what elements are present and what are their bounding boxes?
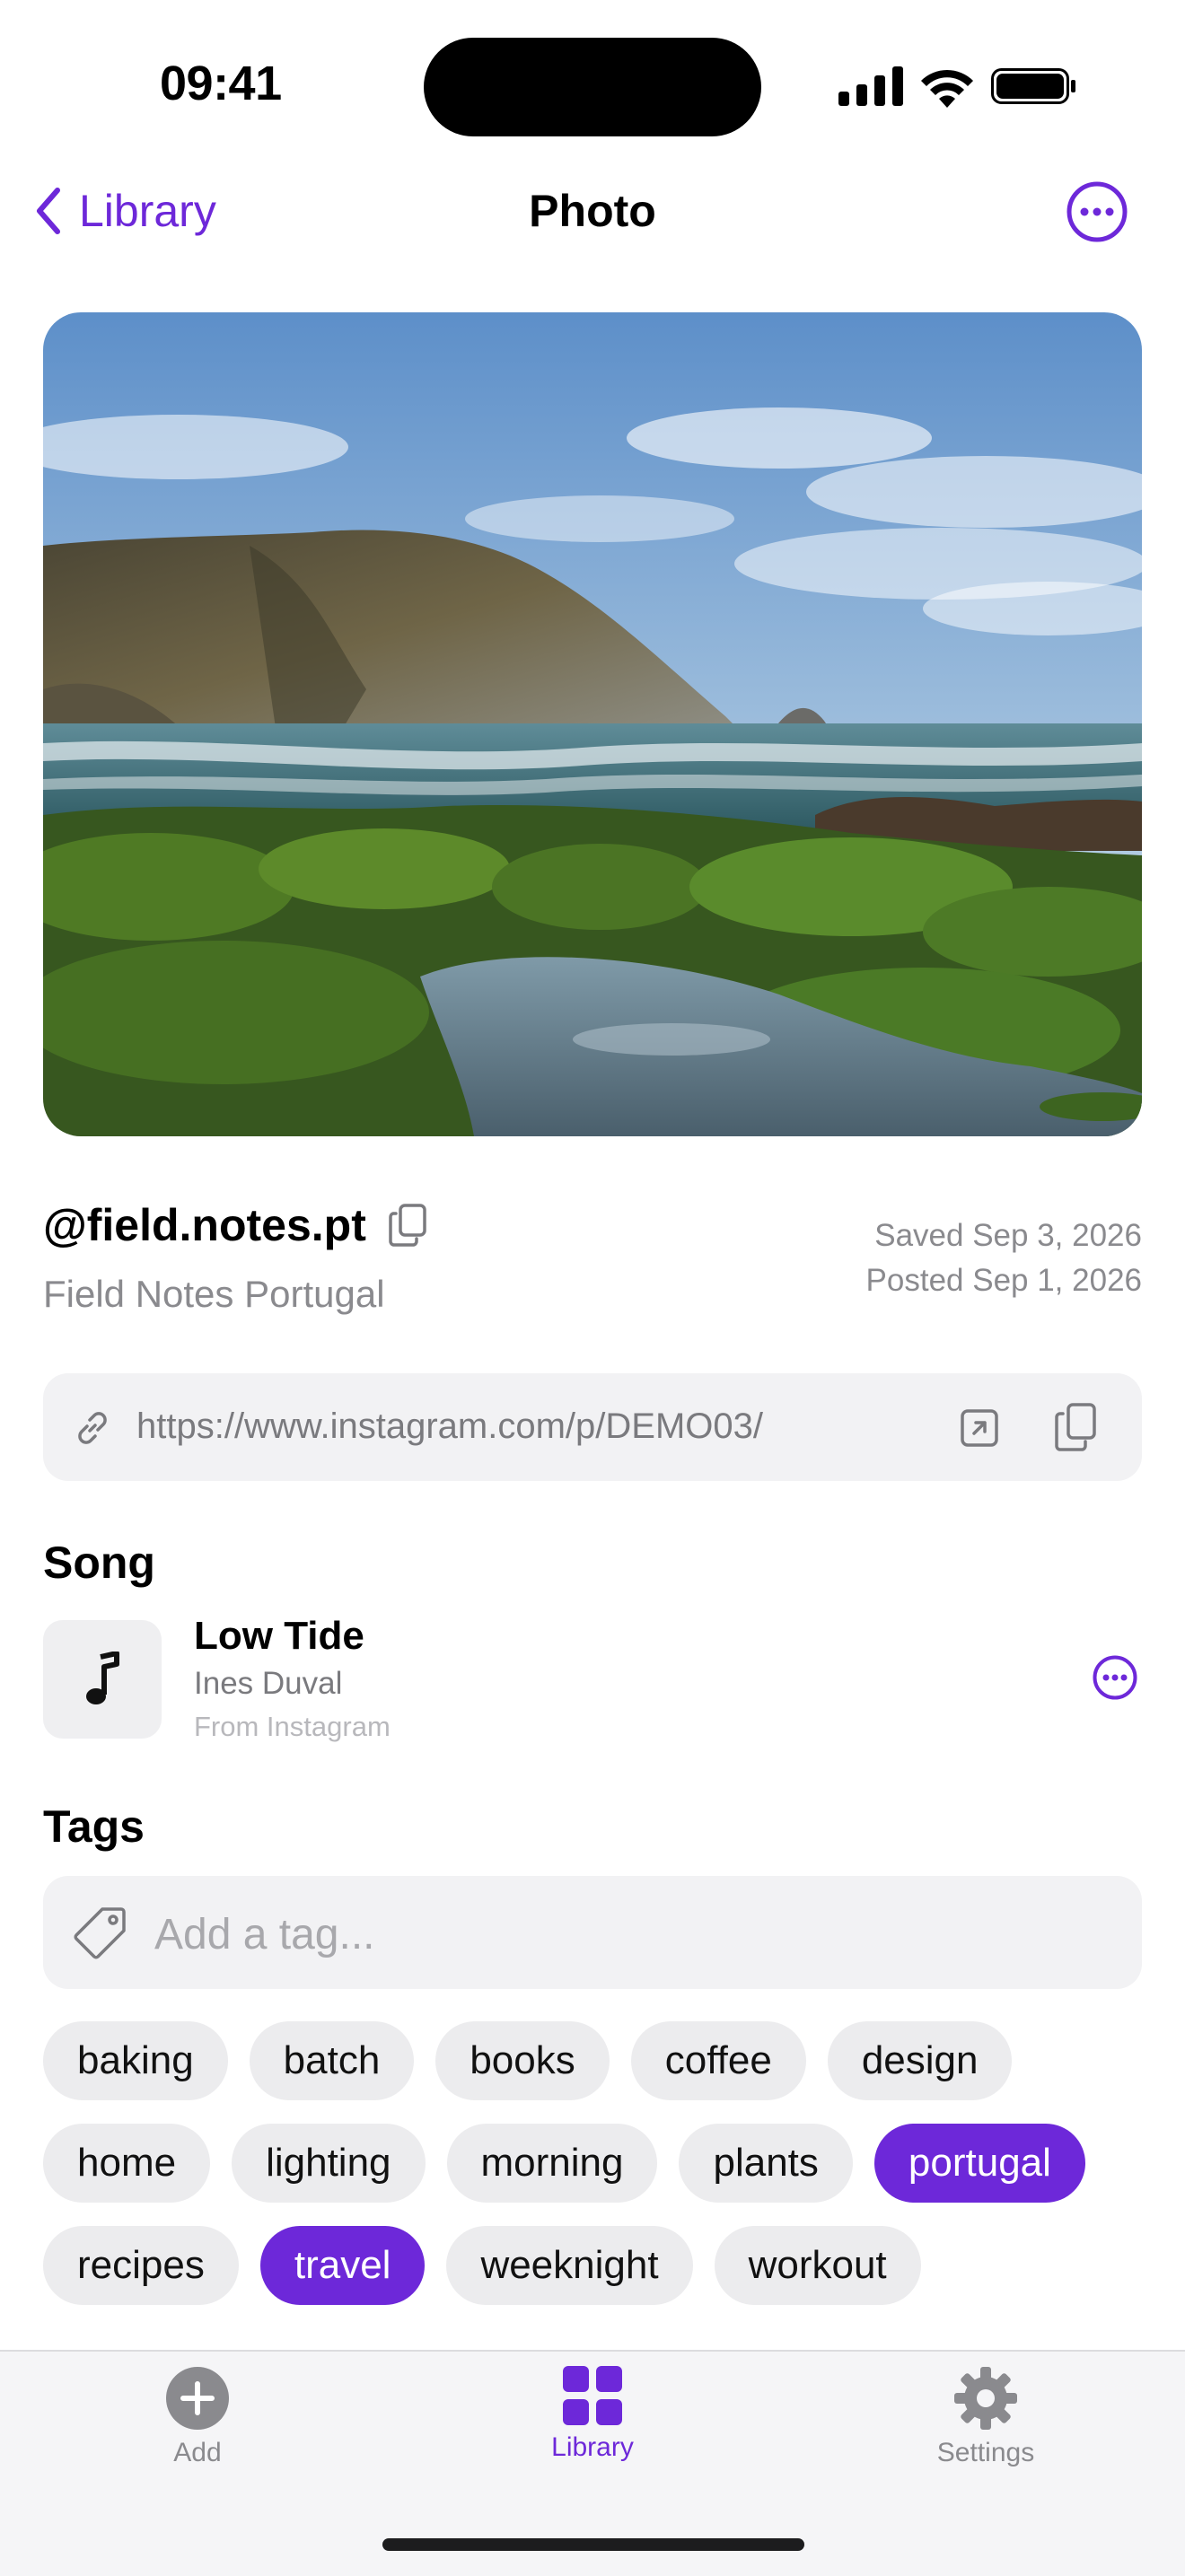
saved-date: Saved Sep 3, 2026 bbox=[874, 1218, 1142, 1253]
tab-add-label: Add bbox=[173, 2438, 222, 2467]
tag-chip[interactable]: morning bbox=[446, 2124, 658, 2203]
link-icon bbox=[78, 1412, 107, 1444]
cellular-signal-icon bbox=[838, 66, 903, 106]
wifi-icon bbox=[921, 69, 973, 108]
tags-section-title: Tags bbox=[43, 1801, 145, 1852]
song-artist: Ines Duval bbox=[194, 1666, 343, 1701]
post-url-text: https://www.instagram.com/p/DEMO03/ bbox=[136, 1406, 764, 1446]
song-artwork bbox=[43, 1620, 162, 1739]
tag-chip[interactable]: baking bbox=[43, 2021, 228, 2100]
post-photo[interactable] bbox=[43, 312, 1142, 1136]
add-tag-placeholder: Add a tag... bbox=[154, 1911, 375, 1958]
tag-icon bbox=[74, 1907, 126, 1959]
account-display-name: Field Notes Portugal bbox=[43, 1273, 385, 1315]
tag-chip-selected[interactable]: travel bbox=[259, 2226, 426, 2305]
gear-icon bbox=[954, 2367, 1017, 2430]
tag-chip[interactable]: design bbox=[827, 2021, 1013, 2100]
plus-circle-icon bbox=[166, 2367, 229, 2430]
tag-chip-row: home lighting morning plants portugal bbox=[43, 2124, 1085, 2203]
more-options-icon[interactable] bbox=[1065, 180, 1129, 244]
tag-chip-row: recipes travel weeknight workout bbox=[43, 2226, 921, 2305]
home-indicator bbox=[382, 2538, 804, 2551]
post-dates: Saved Sep 3, 2026 Posted Sep 1, 2026 bbox=[866, 1214, 1142, 1303]
tag-chip[interactable]: coffee bbox=[630, 2021, 806, 2100]
tag-chip[interactable]: weeknight bbox=[446, 2226, 693, 2305]
status-time: 09:41 bbox=[160, 57, 282, 110]
copy-handle-icon[interactable] bbox=[388, 1203, 427, 1248]
song-more-icon[interactable] bbox=[1092, 1654, 1138, 1701]
open-external-icon[interactable] bbox=[959, 1407, 1000, 1449]
tag-chip-selected[interactable]: portugal bbox=[873, 2124, 1085, 2203]
tab-settings[interactable]: Settings bbox=[878, 2366, 1093, 2468]
tag-chip[interactable]: home bbox=[43, 2124, 211, 2203]
tag-chip[interactable]: batch bbox=[249, 2021, 415, 2100]
tab-add[interactable]: Add bbox=[90, 2366, 305, 2468]
dynamic-island bbox=[424, 38, 761, 136]
tag-chip[interactable]: books bbox=[435, 2021, 610, 2100]
account-row: @field.notes.pt bbox=[43, 1199, 427, 1251]
music-note-icon bbox=[86, 1652, 119, 1704]
tag-chip[interactable]: recipes bbox=[43, 2226, 239, 2305]
song-section-title: Song bbox=[43, 1538, 155, 1588]
tab-settings-label: Settings bbox=[936, 2438, 1035, 2467]
tag-chip-row: baking batch books coffee design bbox=[43, 2021, 1013, 2100]
song-title: Low Tide bbox=[194, 1614, 364, 1658]
tag-chip[interactable]: workout bbox=[714, 2226, 921, 2305]
account-handle[interactable]: @field.notes.pt bbox=[43, 1199, 366, 1251]
tag-chip[interactable]: plants bbox=[679, 2124, 853, 2203]
tab-library-label: Library bbox=[551, 2432, 634, 2462]
page-title: Photo bbox=[529, 186, 656, 236]
song-source: From Instagram bbox=[194, 1711, 391, 1742]
battery-icon bbox=[991, 68, 1075, 104]
tab-library[interactable]: Library bbox=[485, 2366, 700, 2463]
copy-url-icon[interactable] bbox=[1054, 1402, 1097, 1452]
posted-date: Posted Sep 1, 2026 bbox=[865, 1263, 1142, 1298]
tag-chip[interactable]: lighting bbox=[232, 2124, 426, 2203]
grid-icon bbox=[563, 2366, 622, 2425]
